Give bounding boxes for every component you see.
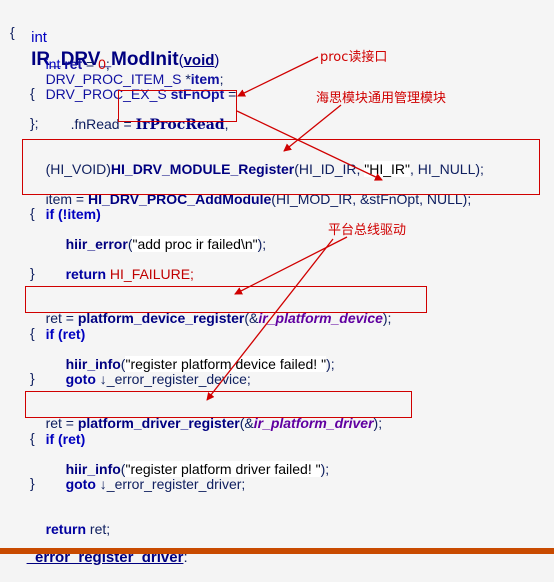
label-error-register-driver: ↓_error_register_driver;: [95, 476, 246, 492]
if2-brace-open: {: [30, 325, 35, 341]
label-error-register-device: ↓_error_register_device;: [95, 371, 251, 387]
paren-close: );: [257, 236, 267, 252]
if2-brace-close: }: [30, 370, 35, 386]
kw-goto: goto: [65, 476, 96, 492]
annotation-platform-bus-driver: 平台总线驱动: [328, 223, 407, 238]
if1-brace-close: }: [30, 265, 35, 281]
brace-open: {: [10, 24, 15, 40]
bottom-accent-bar: [0, 548, 554, 554]
highlight-device-register: [25, 286, 427, 313]
highlight-hi-drv-module: [22, 139, 540, 195]
kw-goto: goto: [65, 371, 96, 387]
value-hi-failure: HI_FAILURE;: [106, 266, 194, 282]
annotation-hisi-module-manager: 海思模块通用管理模块: [316, 91, 447, 106]
if3-brace-close: }: [30, 475, 35, 491]
paren-close: );: [326, 356, 335, 372]
code-line-error-label: _error_register_driver:: [10, 534, 188, 582]
highlight-driver-register: [25, 391, 412, 418]
code-line-goto-driver: goto ↓_error_register_driver;: [50, 460, 246, 508]
inner-brace-close: };: [30, 115, 39, 131]
code-screenshot: int IR_DRV_ModInit(void) { int ret = 0; …: [0, 0, 554, 566]
arrow-to-irprocread: [237, 56, 319, 97]
kw-return: return: [65, 266, 107, 282]
if3-brace-open: {: [30, 430, 35, 446]
field-fnread: .fnRead: [70, 116, 120, 132]
inner-brace-open: {: [30, 85, 35, 101]
paren-close: );: [320, 461, 330, 477]
highlight-irprocread: [118, 90, 237, 122]
annotation-proc-read-interface: proc读接口: [320, 50, 388, 65]
if1-brace-open: {: [30, 205, 35, 221]
